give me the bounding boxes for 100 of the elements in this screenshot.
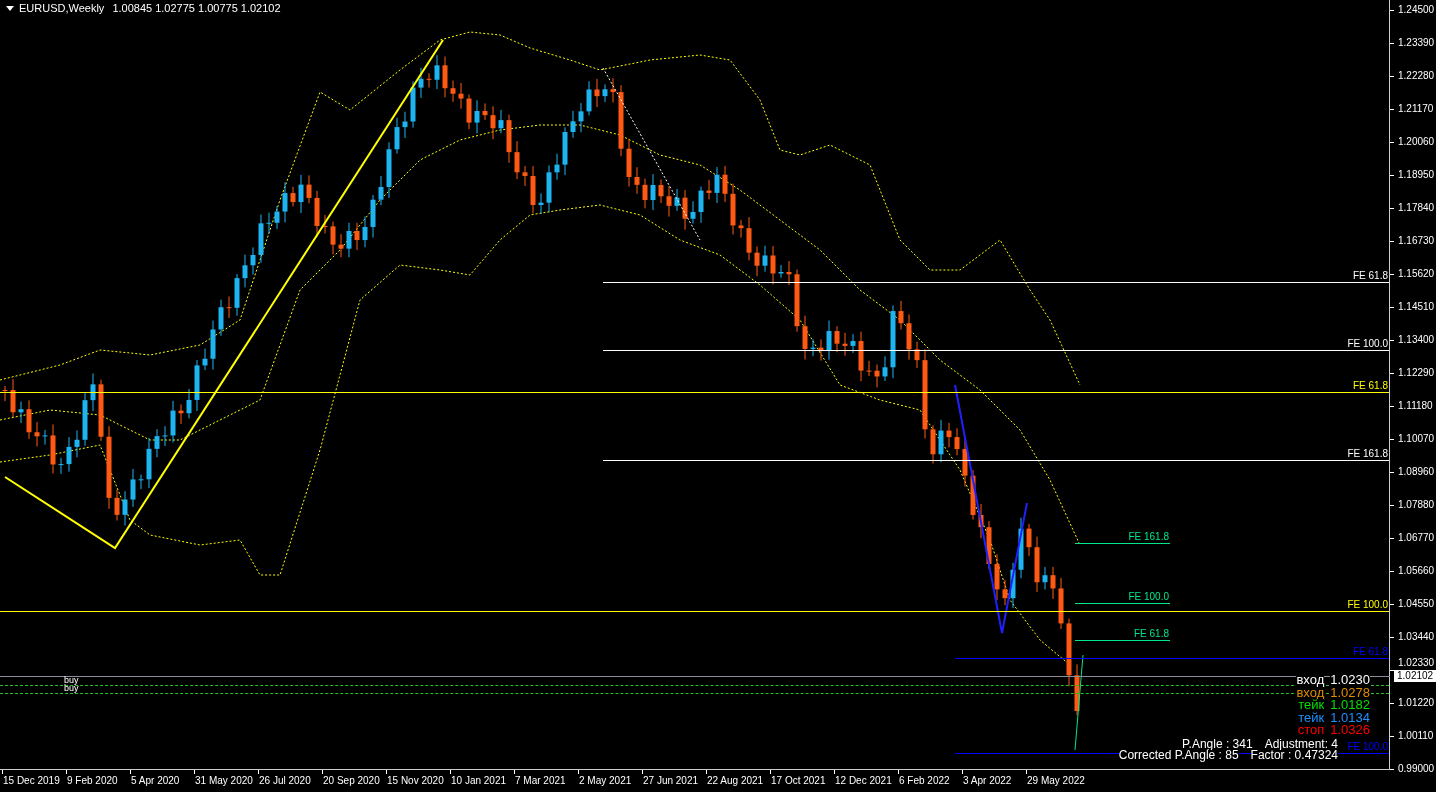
level-label: FE 161.8 bbox=[1128, 531, 1169, 542]
date-label: 15 Dec 2019 bbox=[3, 775, 60, 786]
candle bbox=[130, 468, 136, 508]
candle bbox=[138, 474, 144, 490]
candle bbox=[770, 245, 776, 285]
date-label: 10 Jan 2021 bbox=[451, 775, 507, 786]
candle bbox=[26, 399, 32, 440]
candle bbox=[74, 429, 80, 458]
candle bbox=[482, 102, 488, 121]
candle bbox=[698, 186, 704, 224]
candle bbox=[1058, 577, 1064, 630]
candle bbox=[738, 219, 744, 239]
price-label: 1.14510 bbox=[1398, 301, 1435, 312]
date-label: 15 Nov 2020 bbox=[387, 775, 444, 786]
candle bbox=[82, 392, 88, 447]
candle bbox=[610, 77, 616, 104]
date-label: 3 Apr 2022 bbox=[963, 775, 1012, 786]
candle bbox=[586, 80, 592, 116]
candle bbox=[634, 166, 640, 195]
candle bbox=[146, 437, 152, 489]
price-label: 1.13400 bbox=[1398, 334, 1435, 345]
candle bbox=[834, 325, 840, 353]
price-label: 1.22280 bbox=[1398, 70, 1435, 81]
price-label: 1.21170 bbox=[1398, 103, 1434, 114]
angle-info-text: Adjustment: 4 bbox=[1264, 739, 1338, 750]
candle bbox=[498, 109, 504, 134]
current-price-label: 1.02102 bbox=[1394, 670, 1436, 682]
candle bbox=[754, 245, 760, 277]
candle bbox=[706, 179, 712, 200]
candle bbox=[970, 469, 976, 521]
trade-price: 1.0230 bbox=[1330, 674, 1370, 687]
candle bbox=[474, 99, 480, 134]
candle bbox=[962, 438, 968, 487]
candle bbox=[938, 419, 944, 463]
candle bbox=[66, 436, 72, 473]
date-label: 29 May 2022 bbox=[1027, 775, 1085, 786]
date-label: 22 Aug 2021 bbox=[707, 775, 764, 786]
candle bbox=[170, 400, 176, 443]
candle bbox=[730, 183, 736, 235]
candle bbox=[810, 338, 816, 357]
price-label: 1.11180 bbox=[1398, 400, 1433, 411]
candle bbox=[794, 269, 800, 333]
trade-price: 1.0326 bbox=[1330, 724, 1370, 737]
candle bbox=[418, 67, 424, 99]
candle bbox=[682, 189, 688, 231]
date-label: 2 May 2021 bbox=[579, 775, 632, 786]
ohlc-values: 1.00845 1.02775 1.00775 1.02102 bbox=[112, 3, 281, 14]
candle bbox=[898, 300, 904, 331]
candle bbox=[858, 331, 864, 382]
candle bbox=[186, 388, 192, 419]
candle bbox=[1066, 618, 1072, 687]
date-label: 6 Feb 2022 bbox=[899, 775, 950, 786]
candle bbox=[642, 178, 648, 209]
price-label: 1.08960 bbox=[1398, 466, 1435, 477]
candle bbox=[930, 424, 936, 465]
candle bbox=[378, 175, 384, 206]
price-label: 1.23390 bbox=[1398, 37, 1435, 48]
price-label: 1.10070 bbox=[1398, 433, 1435, 444]
candle bbox=[778, 264, 784, 279]
candle bbox=[362, 215, 368, 248]
candle bbox=[1050, 566, 1056, 600]
order-label: buy bbox=[64, 676, 79, 685]
candle bbox=[954, 427, 960, 456]
price-label: 1.01220 bbox=[1398, 697, 1435, 708]
date-label: 26 Jul 2020 bbox=[259, 775, 311, 786]
price-label: 0.99000 bbox=[1398, 763, 1435, 774]
date-label: 31 May 2020 bbox=[195, 775, 253, 786]
candle bbox=[714, 166, 720, 204]
caret-icon[interactable] bbox=[6, 6, 14, 11]
candle bbox=[1042, 566, 1048, 590]
level-label: FE 61.8 bbox=[1133, 628, 1169, 639]
price-label: 1.00110 bbox=[1398, 730, 1434, 741]
candle bbox=[674, 188, 680, 212]
candle bbox=[386, 141, 392, 199]
candle bbox=[946, 422, 952, 448]
candle bbox=[234, 273, 240, 317]
chart-symbol: EURUSD,Weekly bbox=[19, 3, 105, 14]
candle bbox=[978, 503, 984, 539]
candle bbox=[194, 359, 200, 412]
level-label: FE 61.8 bbox=[1352, 270, 1388, 281]
candle bbox=[450, 80, 456, 103]
candle bbox=[1074, 663, 1080, 716]
trade-label: вход bbox=[1296, 674, 1325, 687]
candle bbox=[258, 214, 264, 264]
candle bbox=[562, 126, 568, 176]
candle bbox=[746, 216, 752, 261]
candle bbox=[10, 378, 16, 418]
candle bbox=[202, 348, 208, 371]
candle bbox=[330, 221, 336, 255]
candle bbox=[114, 489, 120, 521]
candle bbox=[402, 111, 408, 139]
candle bbox=[410, 80, 416, 129]
candle bbox=[986, 520, 992, 570]
candle bbox=[802, 315, 808, 360]
price-label: 1.15620 bbox=[1398, 268, 1435, 279]
candle bbox=[546, 164, 552, 213]
candle bbox=[370, 194, 376, 239]
candle bbox=[322, 214, 328, 234]
price-label: 1.03440 bbox=[1398, 631, 1435, 642]
price-label: 1.04550 bbox=[1398, 598, 1435, 609]
